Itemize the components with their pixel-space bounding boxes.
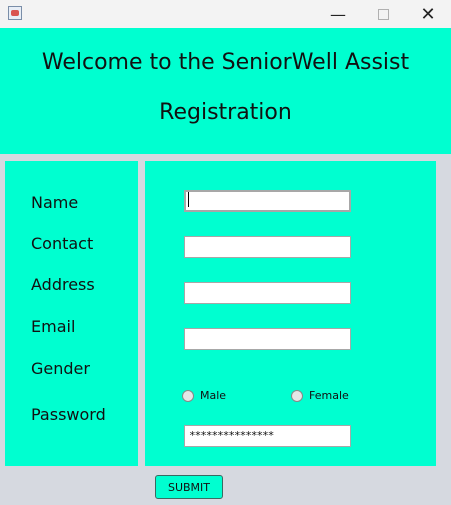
password-label: Password [31, 405, 106, 424]
close-button[interactable]: ✕ [405, 0, 451, 28]
password-input[interactable]: *************** [184, 425, 351, 447]
submit-button[interactable]: SUBMIT [155, 475, 223, 499]
minimize-button[interactable]: — [315, 0, 361, 28]
contact-input[interactable] [184, 236, 351, 258]
maximize-icon [377, 8, 389, 20]
text-caret [188, 192, 189, 207]
header-panel: Welcome to the SeniorWell Assist Registr… [0, 28, 451, 154]
female-label: Female [309, 389, 349, 402]
address-input[interactable] [184, 282, 351, 304]
contact-label: Contact [31, 234, 94, 253]
name-input[interactable] [184, 190, 351, 212]
email-input[interactable] [184, 328, 351, 350]
welcome-title: Welcome to the SeniorWell Assist [41, 50, 410, 75]
address-label: Address [31, 275, 95, 294]
maximize-button[interactable] [360, 0, 406, 28]
title-bar: — ✕ [0, 0, 451, 28]
registration-title: Registration [159, 100, 292, 125]
email-label: Email [31, 317, 76, 336]
gender-female-option[interactable]: Female [291, 389, 349, 402]
app-icon [8, 6, 22, 20]
gender-label: Gender [31, 359, 90, 378]
name-label: Name [31, 193, 79, 212]
gender-male-option[interactable]: Male [182, 389, 226, 402]
fields-panel: Male Female *************** [145, 161, 436, 466]
labels-panel: Name Contact Address Email Gender Passwo… [5, 161, 138, 466]
radio-icon[interactable] [291, 389, 303, 402]
male-label: Male [200, 389, 227, 402]
radio-icon[interactable] [182, 389, 194, 402]
